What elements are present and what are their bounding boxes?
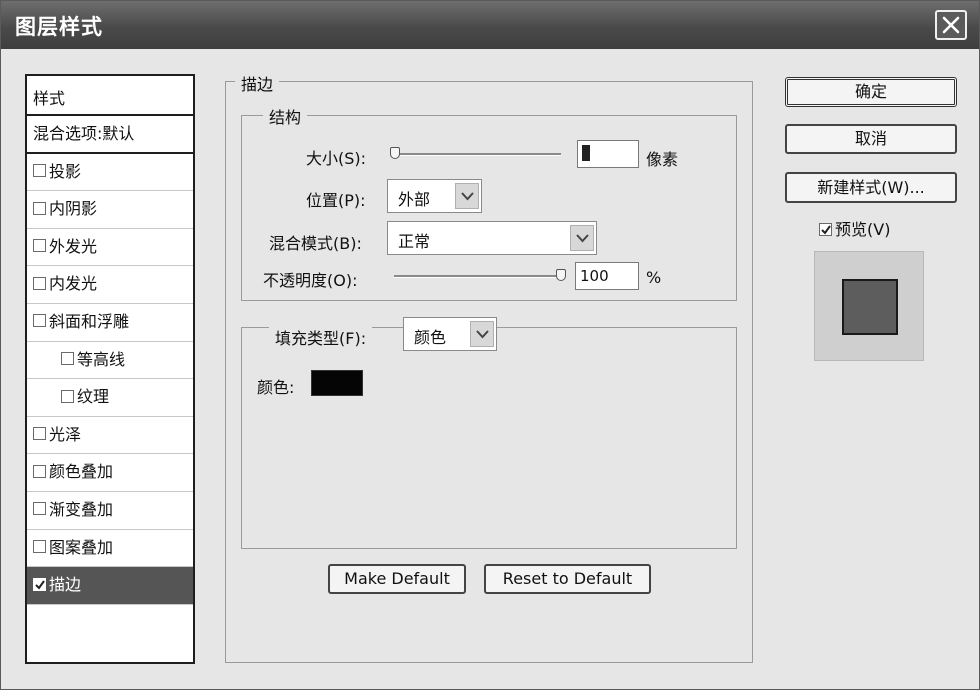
style-preview xyxy=(814,251,924,361)
preview-checkbox-row[interactable]: 预览(V) xyxy=(819,216,890,240)
drop-shadow-checkbox[interactable] xyxy=(33,164,46,178)
style-item-color-overlay[interactable]: 颜色叠加 xyxy=(27,454,193,492)
style-item-stroke[interactable]: 描边 xyxy=(27,567,193,605)
fill-type-value: 颜色 xyxy=(414,328,447,347)
chevron-down-icon xyxy=(476,330,489,339)
opacity-unit: % xyxy=(646,268,662,287)
style-item-pattern-overlay[interactable]: 图案叠加 xyxy=(27,530,193,568)
contour-checkbox[interactable] xyxy=(61,352,74,366)
style-item-label: 描边 xyxy=(49,575,82,595)
style-item-texture[interactable]: 纹理 xyxy=(27,379,193,417)
make-default-button[interactable]: Make Default xyxy=(328,564,466,594)
ok-button[interactable]: 确定 xyxy=(785,77,957,107)
style-item-bevel-emboss[interactable]: 斜面和浮雕 xyxy=(27,304,193,342)
chevron-down-icon xyxy=(461,192,474,201)
style-item-drop-shadow[interactable]: 投影 xyxy=(27,154,193,192)
position-value: 外部 xyxy=(398,190,431,209)
check-icon xyxy=(35,580,45,590)
reset-default-button[interactable]: Reset to Default xyxy=(484,564,651,594)
stroke-checkbox[interactable] xyxy=(33,577,46,591)
style-item-label: 外发光 xyxy=(49,236,98,256)
size-unit: 像素 xyxy=(646,150,679,169)
style-item-label: 斜面和浮雕 xyxy=(49,311,130,331)
size-input[interactable] xyxy=(577,140,639,168)
outer-glow-checkbox[interactable] xyxy=(33,239,46,253)
opacity-slider-thumb[interactable] xyxy=(556,269,566,281)
fill-group xyxy=(241,327,737,549)
style-item-label: 内阴影 xyxy=(49,199,98,219)
close-button[interactable] xyxy=(935,10,967,40)
texture-checkbox[interactable] xyxy=(61,389,74,403)
blend-mode-value: 正常 xyxy=(398,232,431,251)
dialog-title: 图层样式 xyxy=(15,15,103,39)
make-default-label: Make Default xyxy=(344,569,450,588)
bevel-emboss-checkbox[interactable] xyxy=(33,314,46,328)
style-item-label: 渐变叠加 xyxy=(49,499,114,519)
size-label: 大小(S): xyxy=(306,149,367,168)
check-icon xyxy=(821,224,831,235)
position-label: 位置(P): xyxy=(306,191,366,210)
cancel-label: 取消 xyxy=(854,129,887,148)
color-overlay-checkbox[interactable] xyxy=(33,464,46,478)
blend-mode-select[interactable]: 正常 xyxy=(387,221,597,255)
style-item-outer-glow[interactable]: 外发光 xyxy=(27,229,193,267)
layer-style-dialog: 图层样式 样式 混合选项:默认 投影 内阴影 外发光 内发光 斜面和浮雕 等高线 xyxy=(0,0,980,690)
reset-default-label: Reset to Default xyxy=(502,569,633,588)
satin-checkbox[interactable] xyxy=(33,427,46,441)
style-item-label: 纹理 xyxy=(77,387,110,407)
fill-type-select[interactable]: 颜色 xyxy=(403,317,497,351)
opacity-value: 100 xyxy=(580,267,609,285)
blend-options-label: 混合选项:默认 xyxy=(33,124,135,143)
close-icon xyxy=(942,16,960,34)
preview-swatch xyxy=(842,279,898,335)
position-dropdown-button[interactable] xyxy=(455,183,479,209)
text-cursor xyxy=(582,145,590,161)
fill-type-label: 填充类型(F): xyxy=(269,325,373,349)
opacity-label: 不透明度(O): xyxy=(263,271,358,290)
style-item-inner-glow[interactable]: 内发光 xyxy=(27,266,193,304)
styles-list: 样式 混合选项:默认 投影 内阴影 外发光 内发光 斜面和浮雕 等高线 纹理 光… xyxy=(25,74,195,664)
fill-type-dropdown-button[interactable] xyxy=(470,321,494,347)
blend-mode-label: 混合模式(B): xyxy=(269,234,362,253)
style-item-label: 等高线 xyxy=(77,349,126,369)
blend-options-item[interactable]: 混合选项:默认 xyxy=(27,116,193,154)
new-style-button[interactable]: 新建样式(W)... xyxy=(785,172,957,203)
style-item-label: 投影 xyxy=(49,161,82,181)
styles-header[interactable]: 样式 xyxy=(27,76,193,116)
opacity-slider-track[interactable] xyxy=(394,275,566,278)
pattern-overlay-checkbox[interactable] xyxy=(33,540,46,554)
structure-group-title: 结构 xyxy=(263,104,308,128)
stroke-color-swatch[interactable] xyxy=(311,370,363,396)
preview-label: 预览(V) xyxy=(835,220,891,239)
style-item-satin[interactable]: 光泽 xyxy=(27,417,193,455)
inner-glow-checkbox[interactable] xyxy=(33,276,46,290)
ok-label: 确定 xyxy=(854,82,887,101)
style-item-contour[interactable]: 等高线 xyxy=(27,342,193,380)
stroke-group-title: 描边 xyxy=(235,71,280,95)
blend-mode-dropdown-button[interactable] xyxy=(570,225,594,251)
style-item-label: 光泽 xyxy=(49,424,82,444)
cancel-button[interactable]: 取消 xyxy=(785,124,957,154)
color-label: 颜色: xyxy=(257,378,295,397)
position-select[interactable]: 外部 xyxy=(387,179,482,213)
chevron-down-icon xyxy=(576,234,589,243)
style-item-label: 内发光 xyxy=(49,274,98,294)
size-slider-thumb[interactable] xyxy=(390,147,400,159)
style-item-label: 颜色叠加 xyxy=(49,462,114,482)
style-item-label: 图案叠加 xyxy=(49,537,114,557)
new-style-label: 新建样式(W)... xyxy=(817,178,925,197)
style-item-gradient-overlay[interactable]: 渐变叠加 xyxy=(27,492,193,530)
inner-shadow-checkbox[interactable] xyxy=(33,201,46,215)
style-item-inner-shadow[interactable]: 内阴影 xyxy=(27,191,193,229)
title-bar: 图层样式 xyxy=(1,1,979,49)
size-slider-track[interactable] xyxy=(393,153,561,156)
opacity-input[interactable]: 100 xyxy=(575,262,639,290)
gradient-overlay-checkbox[interactable] xyxy=(33,502,46,516)
preview-checkbox[interactable] xyxy=(819,222,832,236)
